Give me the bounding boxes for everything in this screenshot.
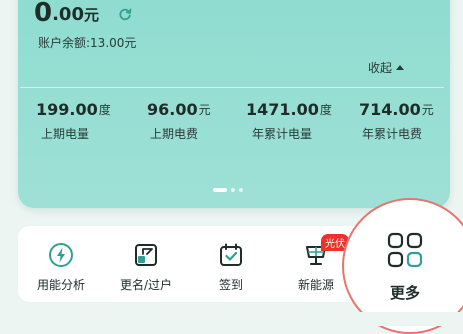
amount-unit: 元 [83, 6, 99, 24]
carousel-dot [239, 188, 243, 192]
stat-value: 96.00 [147, 100, 198, 119]
lightning-icon [49, 243, 73, 267]
refresh-icon[interactable] [118, 7, 132, 21]
menu-item-more[interactable]: 更多 [385, 232, 425, 303]
stat-label: 年累计电量 [252, 127, 313, 141]
menu-item-checkin[interactable]: 签到 [196, 242, 266, 293]
stat-value: 199.00 [36, 100, 98, 119]
collapse-label: 收起 [368, 61, 393, 75]
stat-value: 714.00 [359, 100, 421, 119]
divider [20, 87, 444, 88]
caret-up-icon [396, 65, 405, 70]
menu-item-transfer[interactable]: 更名/过户 [111, 242, 181, 293]
menu-item-label: 更多 [389, 284, 420, 302]
stat-annual-usage[interactable]: 1471.00 度 年累计电量 [246, 100, 332, 142]
stat-annual-fee[interactable]: 714.00 元 年累计电费 [359, 100, 434, 142]
carousel-indicator[interactable] [213, 188, 243, 192]
stat-label: 年累计电费 [362, 127, 423, 141]
stat-last-period-usage[interactable]: 199.00 度 上期电量 [36, 100, 111, 142]
menu-item-label: 新能源 [297, 278, 334, 292]
calendar-check-icon [220, 243, 242, 266]
stat-unit: 度 [319, 103, 332, 117]
stat-last-period-fee[interactable]: 96.00 元 上期电费 [147, 100, 211, 142]
bill-amount: 0 .00 元 [34, 0, 99, 26]
account-balance: 账户余额:13.00元 [38, 36, 137, 50]
stat-unit: 元 [198, 103, 211, 117]
stat-unit: 元 [421, 103, 434, 117]
menu-item-label: 签到 [218, 278, 243, 292]
carousel-dot [231, 188, 235, 192]
page-background-strip [0, 312, 463, 326]
stat-label: 上期电量 [41, 127, 90, 141]
collapse-toggle[interactable]: 收起 [368, 59, 405, 76]
stat-unit: 度 [98, 103, 111, 117]
amount-integer: 0 [34, 0, 53, 28]
transfer-icon [135, 244, 157, 266]
amount-decimal: .00 [52, 4, 84, 25]
stat-value: 1471.00 [246, 100, 319, 119]
menu-item-label: 更名/过户 [119, 278, 173, 292]
menu-item-label: 用能分析 [36, 278, 85, 292]
carousel-dot-active [213, 188, 227, 192]
stat-label: 上期电费 [150, 127, 199, 141]
grid-icon [387, 232, 423, 268]
menu-item-new-energy[interactable]: 光伏 新能源 [281, 234, 351, 293]
menu-item-energy-analysis[interactable]: 用能分析 [26, 242, 96, 293]
